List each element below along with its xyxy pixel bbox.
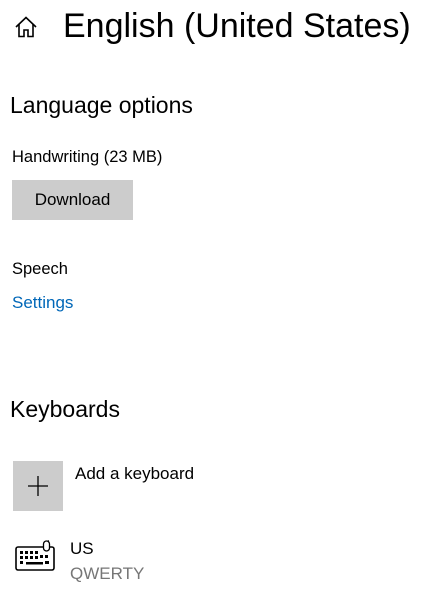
keyboards-heading: Keyboards	[10, 396, 120, 422]
keyboard-name: US	[70, 539, 94, 558]
add-keyboard-tile[interactable]	[13, 461, 63, 511]
speech-settings-link[interactable]: Settings	[12, 292, 73, 314]
home-icon[interactable]	[13, 14, 39, 40]
handwriting-label: Handwriting (23 MB)	[12, 148, 163, 166]
language-options-heading: Language options	[10, 92, 193, 118]
speech-label: Speech	[12, 260, 68, 278]
page-title: English (United States)	[63, 7, 411, 45]
keyboard-icon	[15, 540, 57, 577]
download-button[interactable]: Download	[12, 180, 133, 220]
plus-icon	[28, 476, 48, 496]
add-keyboard-button[interactable]: Add a keyboard	[13, 461, 273, 511]
keyboard-layout: QWERTY	[70, 564, 145, 583]
language-settings-page: English (United States) Language options…	[0, 0, 438, 599]
add-keyboard-label: Add a keyboard	[75, 464, 195, 483]
keyboard-item-us[interactable]: US QWERTY	[13, 536, 273, 588]
